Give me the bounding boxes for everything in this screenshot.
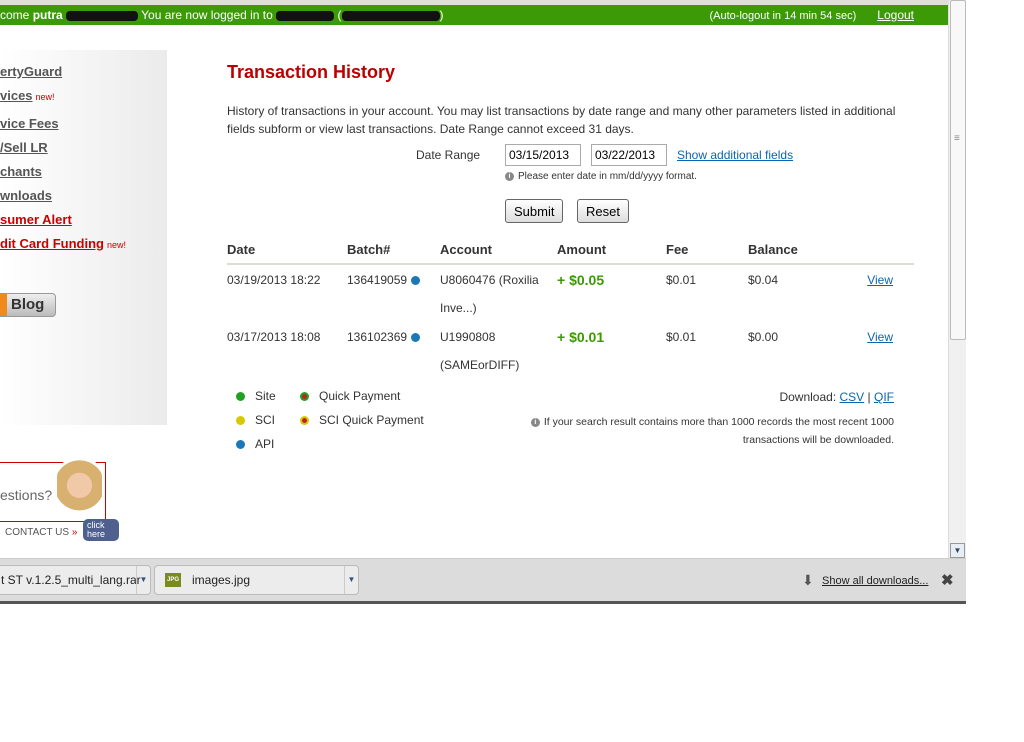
welcome-bar: come putra You are now logged in to () (…: [0, 5, 948, 25]
download-item[interactable]: JPG images.jpg ▼: [154, 565, 359, 595]
show-all-downloads-link[interactable]: Show all downloads...: [822, 575, 928, 587]
legend-item: SCI: [236, 413, 275, 427]
batch-cell: 136419059: [347, 264, 440, 322]
sidebar-item[interactable]: dit Card Funding new!: [0, 236, 126, 251]
dropdown-arrow-icon[interactable]: ▼: [344, 566, 358, 594]
legend-item: SCI Quick Payment: [300, 413, 424, 427]
amount-cell: + $0.01: [557, 329, 605, 345]
redacted-account-name: [341, 10, 440, 21]
account-cell: U8060476 (Roxilia Inve...): [440, 273, 539, 315]
table-row: 03/19/2013 18:22 136419059 U8060476 (Rox…: [227, 264, 914, 322]
date-from-input[interactable]: [505, 144, 581, 166]
sidebar-item[interactable]: chants: [0, 164, 42, 179]
legend-item: Quick Payment: [300, 389, 400, 403]
view-link[interactable]: View: [867, 273, 893, 287]
fee-cell: $0.01: [666, 273, 697, 287]
scroll-down-arrow-icon[interactable]: ▼: [950, 543, 965, 558]
legend-dot-icon: [236, 440, 245, 450]
close-icon[interactable]: ✖: [941, 571, 954, 589]
page-description: History of transactions in your account.…: [227, 104, 896, 136]
welcome-prefix: come: [0, 8, 30, 22]
reset-button[interactable]: Reset: [577, 199, 629, 223]
date-range-label: Date Range: [416, 148, 481, 162]
logout-link[interactable]: Logout: [877, 8, 914, 22]
contact-us-banner[interactable]: estions? CONTACT US » click here: [0, 457, 120, 542]
date-to-input[interactable]: [591, 144, 667, 166]
legend-dot-icon: [300, 392, 309, 402]
column-header: Date: [227, 236, 347, 265]
batch-cell: 136102369: [347, 322, 440, 379]
table-row: 03/17/2013 18:08 136102369 U1990808 (SAME…: [227, 322, 914, 379]
sidebar: Blog ertyGuard vices new! vice Fees/Sell LR…: [0, 50, 167, 425]
date-cell: 03/19/2013 18:22: [227, 273, 321, 287]
legend-item: Site: [236, 389, 276, 403]
download-filename: t ST v.1.2.5_multi_lang.rar: [1, 573, 141, 587]
sidebar-item[interactable]: wnloads: [0, 188, 52, 203]
show-additional-fields-link[interactable]: Show additional fields: [677, 148, 793, 162]
date-cell: 03/17/2013 18:08: [227, 330, 321, 344]
column-header: Fee: [666, 236, 748, 265]
download-item[interactable]: t ST v.1.2.5_multi_lang.rar ▼: [0, 565, 151, 595]
blog-button[interactable]: Blog: [0, 293, 56, 317]
vertical-scrollbar[interactable]: ▼: [948, 0, 966, 558]
click-here-button[interactable]: click here: [83, 519, 119, 541]
jpg-file-icon: JPG: [165, 573, 181, 587]
download-label: Download:: [779, 390, 837, 404]
csv-download-link[interactable]: CSV: [840, 390, 865, 404]
column-header: Account: [440, 236, 557, 265]
sidebar-item[interactable]: sumer Alert: [0, 212, 72, 227]
column-header: Amount: [557, 236, 666, 265]
column-header: Balance: [748, 236, 848, 265]
new-badge: new!: [106, 240, 126, 250]
info-icon: i: [505, 171, 514, 181]
user-first-name: putra: [32, 8, 63, 22]
download-filename: images.jpg: [192, 573, 251, 587]
sidebar-item[interactable]: vices new!: [0, 88, 55, 103]
info-icon: i: [530, 417, 540, 427]
download-arrow-icon: ⬇: [802, 572, 814, 588]
contact-us-label: CONTACT US »: [5, 527, 78, 538]
new-badge: new!: [35, 92, 55, 102]
qif-download-link[interactable]: QIF: [874, 390, 894, 404]
page-title: Transaction History: [227, 62, 396, 82]
balance-cell: $0.04: [748, 273, 779, 287]
download-links: Download: CSV | QIF: [779, 390, 894, 404]
separator: |: [867, 390, 871, 404]
redacted-account: [276, 10, 335, 21]
sidebar-item[interactable]: /Sell LR: [0, 140, 48, 155]
legend-dot-icon: [300, 416, 309, 426]
autologout-timer: (Auto-logout in 14 min 54 sec): [709, 10, 857, 22]
sidebar-item[interactable]: vice Fees: [0, 116, 59, 131]
legend-item: API: [236, 437, 274, 451]
downloads-bar: t ST v.1.2.5_multi_lang.rar ▼ JPG images…: [0, 558, 966, 604]
download-note: i If your search result contains more tha…: [494, 413, 894, 449]
questions-text: estions?: [0, 487, 53, 503]
browser-viewport: come putra You are now logged in to () (…: [0, 0, 948, 558]
legend-dot-icon: [236, 392, 245, 402]
submit-button[interactable]: Submit: [505, 199, 564, 223]
view-link[interactable]: View: [867, 330, 893, 344]
legend-dot-icon: [236, 416, 245, 426]
balance-cell: $0.00: [748, 330, 779, 344]
account-cell: U1990808 (SAMEorDIFF): [440, 330, 520, 372]
redacted-surname: [66, 10, 139, 21]
dropdown-arrow-icon[interactable]: ▼: [136, 566, 150, 594]
scrollbar-thumb[interactable]: [950, 0, 966, 340]
date-format-hint: i Please enter date in mm/dd/yyyy format.: [505, 171, 697, 182]
blog-label: Blog: [11, 296, 45, 313]
amount-cell: + $0.05: [557, 272, 605, 288]
logged-in-text: You are now logged in to: [141, 8, 273, 22]
api-dot-icon: [411, 276, 421, 286]
column-header: Batch#: [347, 236, 440, 265]
support-agent-image: [57, 457, 102, 520]
transactions-table: Date Batch# Account Amount Fee Balance 03/19/…: [227, 236, 914, 379]
sidebar-item[interactable]: ertyGuard: [0, 64, 62, 79]
api-dot-icon: [411, 333, 421, 343]
fee-cell: $0.01: [666, 330, 697, 344]
